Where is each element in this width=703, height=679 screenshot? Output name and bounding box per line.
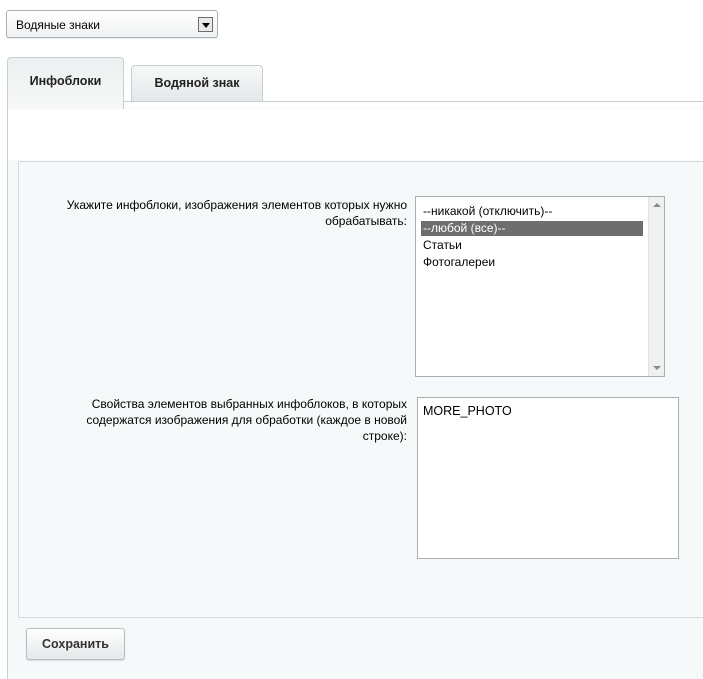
scroll-up-icon[interactable] (653, 203, 661, 207)
tab-iblocks[interactable]: Инфоблоки (7, 57, 124, 109)
save-button[interactable]: Сохранить (26, 628, 125, 660)
listbox-option-none[interactable]: --никакой (отключить)-- (421, 204, 643, 219)
listbox-option-any[interactable]: --любой (все)-- (421, 221, 643, 236)
iblocks-listbox[interactable]: --никакой (отключить)-- --любой (все)-- … (415, 196, 665, 377)
tab-iblocks-label: Инфоблоки (29, 74, 102, 88)
module-select[interactable]: Водяные знаки (6, 10, 218, 38)
scroll-down-icon[interactable] (653, 366, 661, 370)
chevron-down-icon[interactable] (198, 17, 213, 32)
properties-label: Свойства элементов выбранных инфоблоков,… (86, 397, 407, 443)
listbox-option-photogalleries[interactable]: Фотогалереи (421, 255, 643, 270)
listbox-option-articles[interactable]: Статьи (421, 238, 643, 253)
module-select-value: Водяные знаки (16, 18, 100, 32)
tab-watermark-label: Водяной знак (154, 76, 240, 90)
tab-watermark[interactable]: Водяной знак (131, 65, 263, 101)
tab-panel-header (8, 109, 703, 160)
listbox-scrollbar[interactable] (648, 197, 664, 376)
iblocks-label: Укажите инфоблоки, изображения элементов… (66, 198, 407, 228)
properties-textarea[interactable]: MORE_PHOTO (417, 397, 679, 559)
